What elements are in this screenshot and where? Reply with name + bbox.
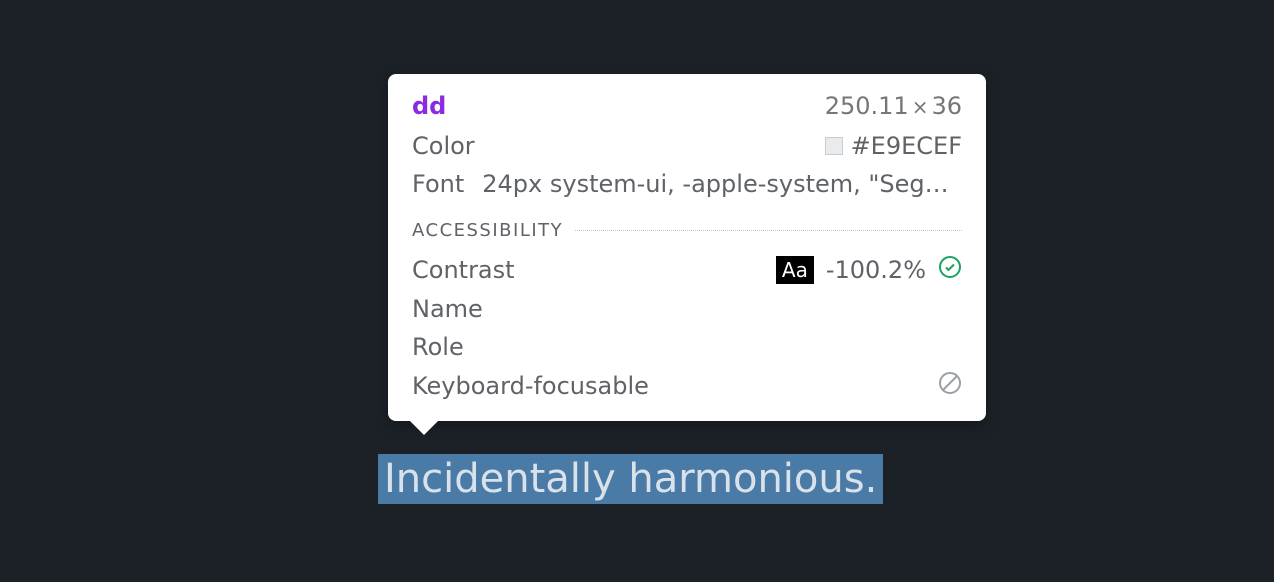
font-value: 24px system-ui, -apple-system, "Segoe… [482, 170, 962, 198]
font-row: Font 24px system-ui, -apple-system, "Seg… [412, 170, 962, 198]
contrast-row: Contrast Aa -100.2% [412, 255, 962, 285]
keyboard-focusable-value [938, 371, 962, 401]
tooltip-header: dd 250.11×36 [412, 92, 962, 120]
color-value-group: #E9ECEF [825, 132, 962, 160]
dimension-height: 36 [931, 92, 962, 120]
color-label: Color [412, 132, 475, 160]
dimension-width: 250.11 [825, 92, 909, 120]
font-label: Font [412, 170, 464, 198]
contrast-label: Contrast [412, 256, 515, 284]
element-tag: dd [412, 92, 446, 120]
inspector-tooltip: dd 250.11×36 Color #E9ECEF Font 24px sys… [388, 74, 986, 421]
role-label: Role [412, 333, 464, 361]
highlighted-element[interactable]: Incidentally harmonious. [378, 454, 883, 504]
contrast-percent: -100.2% [826, 256, 926, 284]
accessibility-title: ACCESSIBILITY [412, 220, 563, 241]
contrast-value-group: Aa -100.2% [776, 255, 962, 285]
accessibility-section-header: ACCESSIBILITY [412, 220, 962, 241]
prohibit-icon [938, 371, 962, 401]
contrast-badge: Aa [776, 256, 814, 284]
name-label: Name [412, 295, 483, 323]
name-row: Name [412, 295, 962, 323]
checkmark-circle-icon [938, 255, 962, 285]
color-swatch-icon [825, 137, 843, 155]
color-hex: #E9ECEF [851, 132, 962, 160]
color-row: Color #E9ECEF [412, 132, 962, 160]
element-dimensions: 250.11×36 [825, 92, 962, 120]
role-row: Role [412, 333, 962, 361]
keyboard-focusable-row: Keyboard-focusable [412, 371, 962, 401]
section-divider [575, 230, 962, 231]
keyboard-focusable-label: Keyboard-focusable [412, 372, 649, 400]
dimension-times-icon: × [909, 95, 932, 119]
